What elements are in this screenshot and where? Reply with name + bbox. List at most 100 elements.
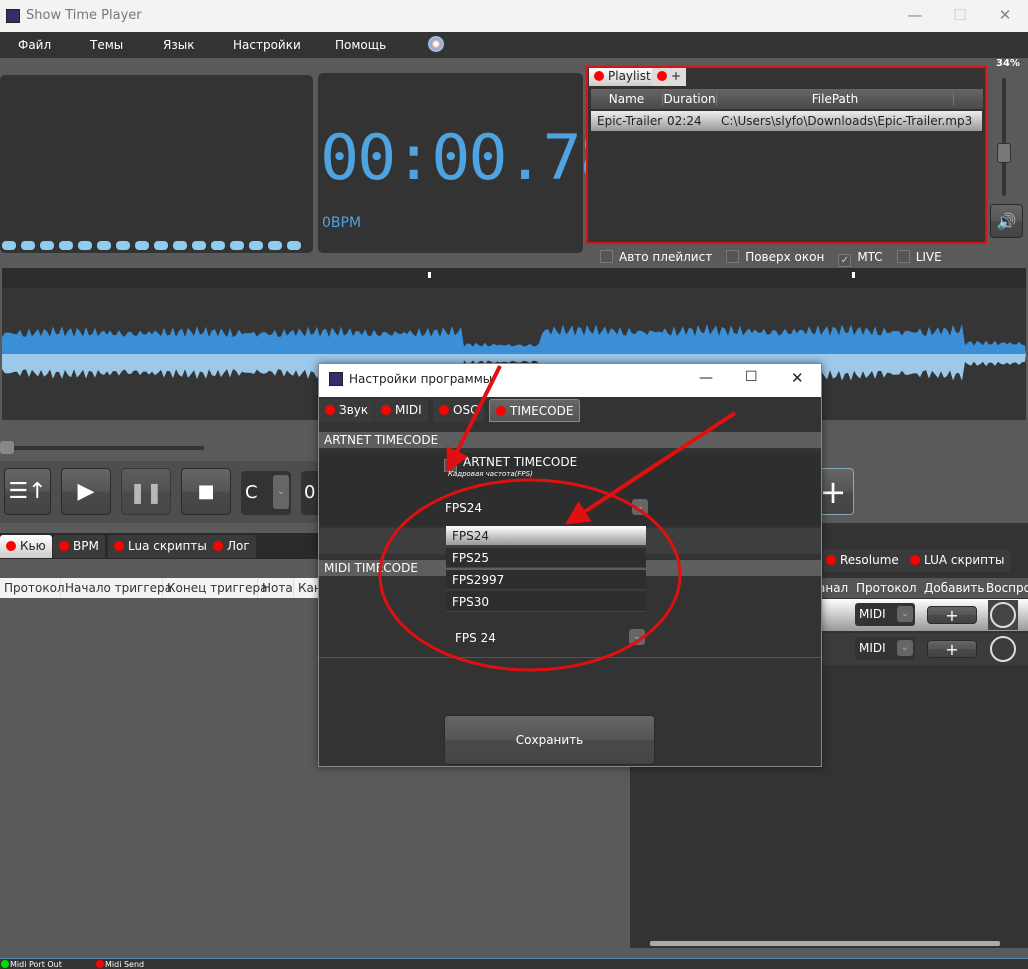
divider <box>319 657 821 658</box>
key-select[interactable]: C ⌄ <box>241 471 291 515</box>
col-duration[interactable]: Duration <box>663 92 717 106</box>
beat-led <box>173 241 187 250</box>
chevron-down-icon: ⌄ <box>273 475 289 509</box>
col-filepath[interactable]: FilePath <box>717 92 954 106</box>
col-trigger-end[interactable]: Конец триггера <box>163 578 267 598</box>
always-on-top-checkbox[interactable]: Поверх окон <box>726 250 824 267</box>
stop-icon: ■ <box>197 481 215 502</box>
play-toggle[interactable] <box>988 634 1018 664</box>
chevron-down-icon: ⌄ <box>897 640 913 656</box>
list-upload-icon: ☰↑ <box>8 479 47 504</box>
tab-playlist-label: Playlist <box>608 69 651 83</box>
tab-midi[interactable]: MIDI <box>375 399 428 422</box>
status-dot-icon <box>96 960 104 968</box>
volume-slider[interactable] <box>997 78 1011 196</box>
playlist-row[interactable]: Epic-Trailer 02:24 C:\Users\slyfo\Downlo… <box>591 111 982 131</box>
playlist-up-button[interactable]: ☰↑ <box>4 468 51 515</box>
position-handle[interactable] <box>0 441 14 454</box>
save-button[interactable]: Сохранить <box>444 715 655 765</box>
chevron-down-icon[interactable]: ⌄ <box>629 629 645 645</box>
pause-button[interactable]: ❚❚ <box>121 468 171 515</box>
window-title: Show Time Player <box>26 8 142 23</box>
app-icon <box>329 372 343 386</box>
tab-cue[interactable]: Кью <box>0 535 52 558</box>
col-name[interactable]: Name <box>591 92 663 106</box>
play-button[interactable]: ▶ <box>61 468 111 515</box>
tab-resolume[interactable]: Resolume <box>820 549 905 572</box>
tab-osc[interactable]: OSC <box>433 399 485 422</box>
speaker-icon: 🔊 <box>996 211 1017 231</box>
timeline-marker[interactable] <box>428 272 431 278</box>
circle-icon <box>990 636 1016 662</box>
add-row-button[interactable]: + <box>927 640 977 659</box>
col-channel[interactable]: анал <box>818 581 848 595</box>
auto-playlist-checkbox[interactable]: Авто плейлист <box>600 250 712 267</box>
tab-log[interactable]: Лог <box>207 535 256 558</box>
menu-file[interactable]: Файл <box>18 38 51 52</box>
midi-port-out-status: Midi Port Out <box>10 960 62 969</box>
status-dot-icon <box>594 71 604 81</box>
timeline-marker[interactable] <box>852 272 855 278</box>
position-slider[interactable] <box>0 441 204 454</box>
fps-option[interactable]: FPS30 <box>446 592 646 612</box>
fps-option[interactable]: FPS2997 <box>446 570 646 590</box>
minimize-button[interactable]: — <box>900 6 930 24</box>
visualizer-panel <box>0 75 313 253</box>
menu-language[interactable]: Язык <box>163 38 194 52</box>
col-protocol[interactable]: Протокол <box>856 581 917 595</box>
volume-handle[interactable] <box>997 143 1011 163</box>
play-toggle[interactable] <box>988 600 1018 630</box>
col-add[interactable]: Добавить <box>924 581 984 595</box>
midi-fps-select[interactable]: FPS 24 <box>455 631 496 645</box>
menu-help[interactable]: Помощь <box>335 38 386 52</box>
tab-playlist[interactable]: Playlist <box>589 68 656 86</box>
horizontal-scrollbar[interactable] <box>650 941 1000 946</box>
mtc-checkbox[interactable]: ✓ MTC <box>838 250 883 267</box>
protocol-select[interactable]: MIDI ⌄ <box>855 603 915 626</box>
dialog-minimize-button[interactable]: — <box>699 370 713 386</box>
menu-themes[interactable]: Темы <box>90 38 123 52</box>
tab-timecode[interactable]: TIMECODE <box>489 399 581 422</box>
fps-option[interactable]: FPS25 <box>446 548 646 568</box>
artnet-section-header: ARTNET TIMECODE <box>319 432 821 448</box>
time-display: 00:00.78 <box>320 121 619 194</box>
maximize-button[interactable]: ☐ <box>945 6 975 24</box>
bpm-display: 0BPM <box>322 215 362 231</box>
menu-settings[interactable]: Настройки <box>233 38 301 52</box>
col-trigger-start[interactable]: Начало триггера <box>61 578 172 598</box>
tab-lua[interactable]: Lua скрипты <box>108 535 213 558</box>
fps-option-selected[interactable]: FPS24 <box>446 526 646 546</box>
protocol-select[interactable]: MIDI ⌄ <box>855 637 915 660</box>
row-name: Epic-Trailer <box>597 114 663 128</box>
col-note[interactable]: Нота <box>258 578 294 598</box>
beat-led <box>40 241 54 250</box>
chevron-down-icon[interactable]: ⌄ <box>632 499 648 515</box>
dialog-maximize-button[interactable]: ☐ <box>745 369 758 385</box>
live-checkbox[interactable]: LIVE <box>896 250 942 267</box>
timer-panel: 00:00.78 0BPM <box>318 73 619 253</box>
add-row-button[interactable]: + <box>927 606 977 625</box>
tab-lua-scripts[interactable]: LUA скрипты <box>904 549 1011 572</box>
fps-select[interactable]: FPS24 <box>445 501 482 515</box>
add-playlist-tab[interactable]: + <box>652 68 687 86</box>
tab-sound[interactable]: Звук <box>319 399 375 422</box>
beat-led <box>116 241 130 250</box>
dialog-close-button[interactable]: ✕ <box>791 369 804 387</box>
settings-dialog: Настройки программы — ☐ ✕ Звук MIDI OSC … <box>318 363 822 767</box>
chevron-down-icon: ⌄ <box>897 606 913 622</box>
close-button[interactable]: ✕ <box>990 6 1020 24</box>
beat-led <box>135 241 149 250</box>
col-protocol[interactable]: Протокол <box>0 578 65 598</box>
dialog-tabs: Звук MIDI OSC TIMECODE <box>319 399 821 423</box>
beat-led <box>192 241 206 250</box>
stop-button[interactable]: ■ <box>181 468 231 515</box>
plus-icon: + <box>819 472 847 511</box>
status-dot-icon <box>657 71 667 81</box>
col-play[interactable]: Воспро <box>986 581 1028 595</box>
add-playlist-label: + <box>671 69 682 83</box>
tab-bpm[interactable]: BPM <box>53 535 105 558</box>
beat-led <box>230 241 244 250</box>
timeline-ruler[interactable] <box>2 268 1026 288</box>
mute-button[interactable]: 🔊 <box>990 204 1023 238</box>
disc-icon[interactable] <box>428 36 444 52</box>
